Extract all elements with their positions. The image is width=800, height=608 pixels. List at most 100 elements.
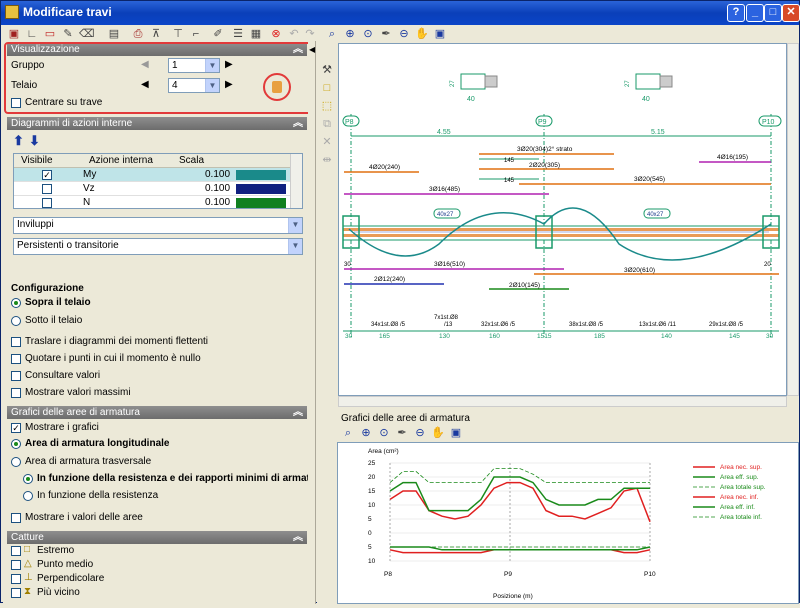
cut-icon[interactable]: ⊼ bbox=[149, 27, 163, 41]
undo-icon[interactable]: ↶ bbox=[287, 27, 301, 41]
perpendicolare-checkbox[interactable] bbox=[11, 574, 21, 584]
drawing-vscroll[interactable] bbox=[787, 43, 799, 396]
tools-icon[interactable]: ⚒ bbox=[320, 63, 334, 77]
chevron-down-icon[interactable]: ▼ bbox=[288, 239, 302, 254]
collapse-icon[interactable]: ︽ bbox=[293, 531, 303, 544]
table-row[interactable]: ✓ My 0.100 bbox=[14, 168, 290, 182]
dim-label: 30 bbox=[345, 333, 353, 340]
diagrammi-header[interactable]: Diagrammi di azioni interne ︽ bbox=[7, 117, 307, 130]
catture-title: Catture bbox=[11, 532, 44, 543]
zoom-all-icon[interactable]: ⊕ bbox=[359, 426, 373, 440]
catture-header[interactable]: Catture ︽ bbox=[7, 531, 307, 544]
lock-icon[interactable] bbox=[263, 73, 291, 101]
dim-label: 1515 bbox=[537, 333, 552, 340]
grafici-header[interactable]: Grafici delle aree di armatura ︽ bbox=[7, 406, 307, 419]
table-row[interactable]: Vz 0.100 bbox=[14, 182, 290, 196]
copy-icon[interactable]: ⧉ bbox=[320, 117, 334, 131]
punto-medio-checkbox[interactable] bbox=[11, 560, 21, 570]
arrow-down-icon[interactable]: ⬇ bbox=[29, 133, 40, 149]
select-icon[interactable]: ⬚ bbox=[320, 99, 334, 113]
stop-icon[interactable]: ⊗ bbox=[269, 27, 283, 41]
res-label: In funzione della resistenza bbox=[37, 490, 159, 501]
drawing-hscroll[interactable] bbox=[338, 396, 787, 407]
area-chart[interactable]: Area (cm²) Posizione (m) 25 20 15 10 5 0 5 10 P… bbox=[337, 442, 799, 604]
pan-icon[interactable]: ✋ bbox=[415, 27, 429, 41]
move-icon[interactable]: ⇹ bbox=[320, 153, 334, 167]
redo-icon[interactable]: ↷ bbox=[303, 27, 317, 41]
zoom-window-icon[interactable]: ⌕ bbox=[341, 426, 355, 440]
collapse-left-icon[interactable]: ◀ bbox=[309, 45, 315, 54]
erase-icon[interactable]: ⌫ bbox=[79, 27, 95, 41]
table-scrollbar[interactable] bbox=[290, 154, 302, 208]
sotto-radio[interactable] bbox=[11, 316, 21, 326]
consultare-checkbox[interactable] bbox=[11, 371, 21, 381]
mostrare-grafici-checkbox[interactable]: ✓ bbox=[11, 423, 21, 433]
sopra-radio[interactable] bbox=[11, 298, 21, 308]
minimize-button[interactable]: _ bbox=[746, 4, 764, 22]
vertical-toolbar: ⚒ □ ⬚ ⧉ ✕ ⇹ bbox=[317, 43, 337, 603]
draw-icon[interactable]: ✐ bbox=[211, 27, 225, 41]
zoom-icon[interactable]: ⊙ bbox=[361, 27, 375, 41]
zoom-icon[interactable]: ⊙ bbox=[377, 426, 391, 440]
piu-vicino-checkbox[interactable] bbox=[11, 588, 21, 598]
row-color-swatch[interactable] bbox=[236, 198, 286, 208]
close-button[interactable]: ✕ bbox=[782, 4, 800, 22]
collapse-icon[interactable]: ︽ bbox=[293, 406, 303, 419]
section-left: 40 27 bbox=[450, 73, 498, 103]
zoom-all-icon[interactable]: ⊕ bbox=[343, 27, 357, 41]
stirrup-label: 34x1st.Ø8 /5 bbox=[371, 322, 406, 328]
app-icon bbox=[5, 5, 19, 19]
beam-drawing[interactable]: 40 27 40 27 P8 P9 P10 4.55 5.15 3Ø20(304… bbox=[338, 43, 787, 396]
bar-label: 3Ø16(510) bbox=[434, 261, 465, 268]
panel-splitter[interactable]: ◀ bbox=[308, 41, 316, 604]
line-icon[interactable]: ∟ bbox=[25, 27, 39, 41]
view-icon[interactable]: ▣ bbox=[449, 426, 463, 440]
persistenti-combo[interactable]: Persistenti o transitorie ▼ bbox=[13, 238, 303, 255]
mostrare-valori-checkbox[interactable] bbox=[11, 513, 21, 523]
edit-icon[interactable]: ⌐ bbox=[189, 27, 203, 41]
help-button[interactable]: ? bbox=[727, 4, 745, 22]
row-color-swatch[interactable] bbox=[236, 170, 286, 180]
stirrup-label: 7x1st.Ø8 bbox=[434, 315, 459, 321]
row-checkbox[interactable] bbox=[42, 198, 52, 208]
view-icon[interactable]: ▣ bbox=[433, 27, 447, 41]
delete-icon[interactable]: ✕ bbox=[320, 135, 334, 149]
x-tick-label: P10 bbox=[644, 571, 656, 578]
quotare-checkbox[interactable] bbox=[11, 354, 21, 364]
chevron-down-icon[interactable]: ▼ bbox=[288, 218, 302, 233]
section-height: 27 bbox=[625, 80, 631, 87]
res-min-radio[interactable] bbox=[23, 474, 33, 484]
zoom-out-icon[interactable]: ⊖ bbox=[397, 27, 411, 41]
pencil-icon[interactable]: ✎ bbox=[61, 27, 75, 41]
tool-icon[interactable]: ⊤ bbox=[171, 27, 185, 41]
arrow-up-icon[interactable]: ⬆ bbox=[13, 133, 24, 149]
save-icon[interactable]: ▣ bbox=[7, 27, 21, 41]
longitudinale-radio[interactable] bbox=[11, 439, 21, 449]
rectangle-icon[interactable]: □ bbox=[320, 81, 334, 95]
inviluppi-combo[interactable]: Inviluppi ▼ bbox=[13, 217, 303, 234]
estremo-checkbox[interactable] bbox=[11, 546, 21, 556]
maximize-button[interactable]: □ bbox=[764, 4, 782, 22]
pen-icon[interactable]: ✒ bbox=[395, 426, 409, 440]
zoom-out-icon[interactable]: ⊖ bbox=[413, 426, 427, 440]
mostrare-max-checkbox[interactable] bbox=[11, 388, 21, 398]
row-checkbox[interactable]: ✓ bbox=[42, 170, 52, 180]
y-tick-label: 20 bbox=[368, 474, 376, 481]
chart-toolbar: ⌕ ⊕ ⊙ ✒ ⊖ ✋ ▣ bbox=[337, 425, 537, 441]
table-row[interactable]: N 0.100 bbox=[14, 196, 290, 208]
table-icon[interactable]: ▦ bbox=[249, 27, 263, 41]
collapse-icon[interactable]: ︽ bbox=[293, 117, 303, 130]
document-icon[interactable]: ▤ bbox=[107, 27, 121, 41]
row-checkbox[interactable] bbox=[42, 184, 52, 194]
res-radio[interactable] bbox=[23, 491, 33, 501]
rect-icon[interactable]: ▭ bbox=[43, 27, 57, 41]
trasversale-radio[interactable] bbox=[11, 457, 21, 467]
dim-label: 30 bbox=[766, 333, 774, 340]
zoom-window-icon[interactable]: ⌕ bbox=[325, 27, 339, 41]
row-color-swatch[interactable] bbox=[236, 184, 286, 194]
pan-icon[interactable]: ✋ bbox=[431, 426, 445, 440]
list-icon[interactable]: ☰ bbox=[231, 27, 245, 41]
pen-icon[interactable]: ✒ bbox=[379, 27, 393, 41]
print-icon[interactable]: ⎙ bbox=[131, 27, 145, 41]
traslare-checkbox[interactable] bbox=[11, 337, 21, 347]
